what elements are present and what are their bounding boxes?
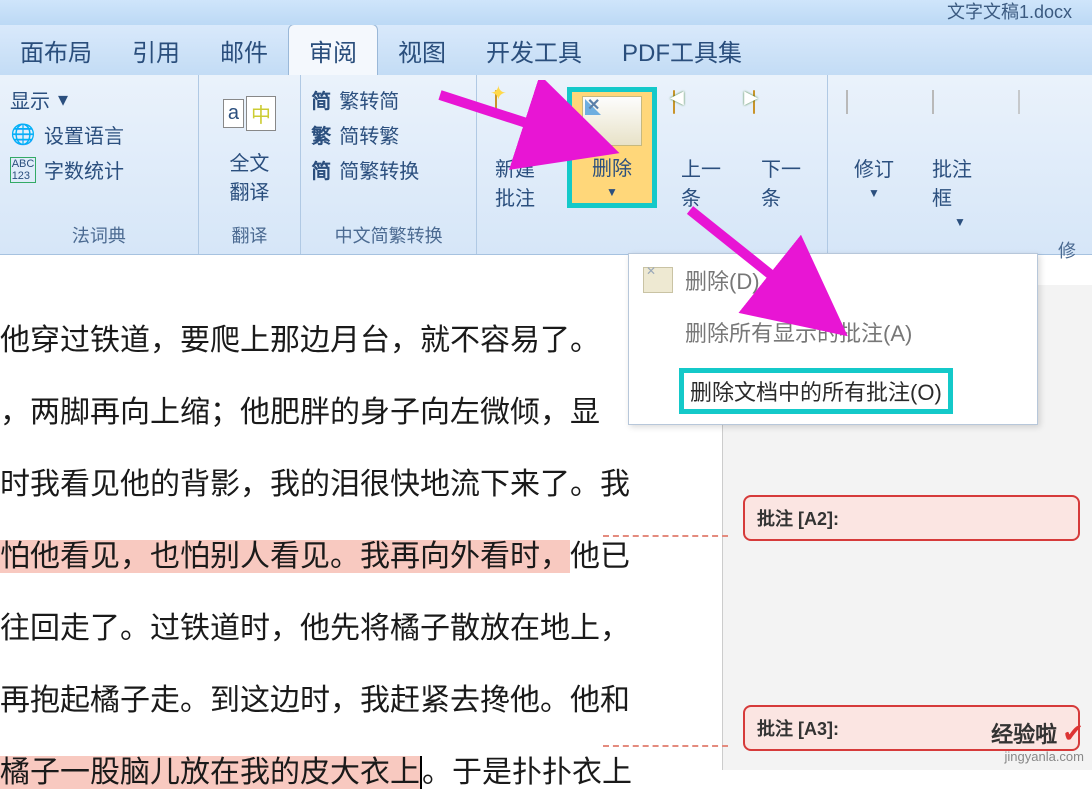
track-changes-button[interactable]: 修订 ▼ [838,87,910,233]
simp-trad-convert[interactable]: 简简繁转换 [311,155,419,184]
track-icon [846,91,902,147]
word-count[interactable]: ABC123 字数统计 [10,155,124,184]
dd-delete-shown[interactable]: 删除所有显示的批注(A) [629,306,1037,358]
delete-icon [582,96,642,146]
tab-mail[interactable]: 邮件 [200,25,288,76]
set-language[interactable]: 🌐 设置语言 [10,120,124,149]
delete-dropdown: 删除(D) 删除所有显示的批注(A) 删除文档中的所有批注(O) [628,253,1038,425]
next-icon [753,91,809,147]
group-translate: a 中 全文 翻译 翻译 [199,75,302,254]
chevron-down-icon: ▼ [868,186,880,200]
dd-delete[interactable]: 删除(D) [629,254,1037,306]
tab-devtools[interactable]: 开发工具 [466,25,602,76]
simp-to-trad[interactable]: 繁简转繁 [311,120,419,149]
more-track[interactable] [1010,87,1082,233]
tab-layout[interactable]: 面布局 [0,25,112,76]
balloon-icon [932,91,988,147]
group-label-convert: 中文简繁转换 [311,218,466,254]
check-icon: ✔ [1062,718,1084,748]
comment-connector [603,745,728,747]
tab-review[interactable]: 审阅 [288,24,378,76]
tab-pdf[interactable]: PDF工具集 [602,25,762,76]
group-label-translate: 翻译 [209,218,291,254]
globe-icon: 🌐 [10,122,36,148]
window-title: 文字文稿1.docx [947,0,1072,25]
tab-view[interactable]: 视图 [378,25,466,76]
ribbon: 显示▾ 🌐 设置语言 ABC123 字数统计 法词典 a 中 全文 翻译 [0,75,1092,255]
balloons-button[interactable]: 批注框 ▼ [924,87,996,233]
highlight-delete: 删除 ▼ [567,87,657,208]
dd-delete-all[interactable]: 删除文档中的所有批注(O) [679,368,953,414]
group-proofing: 显示▾ 🌐 设置语言 ABC123 字数统计 法词典 [0,75,199,254]
comment-a2[interactable]: 批注 [A2]: [743,495,1080,541]
group-tracking: 修订 ▼ 批注框 ▼ 修 [828,75,1092,254]
count-icon: ABC123 [10,157,36,183]
new-comment-icon [495,91,551,147]
group-label-proof: 法词典 [10,218,188,254]
titlebar: 文字文稿1.docx [0,0,1092,25]
trad-to-simp[interactable]: 简繁转简 [311,85,419,114]
new-comment-button[interactable]: 新建批注 [487,87,559,215]
show-markup[interactable]: 显示▾ [10,85,124,114]
delete-comment-button[interactable]: 删除 ▼ [574,94,650,201]
group-convert: 简繁转简 繁简转繁 简简繁转换 中文简繁转换 [301,75,477,254]
tab-references[interactable]: 引用 [112,25,200,76]
translate-button[interactable]: a 中 全文 翻译 [213,81,285,218]
group-comments: 新建批注 删除 ▼ 上一 条 下一 条 [477,75,828,254]
next-comment-button[interactable]: 下一 条 [745,87,817,215]
prev-icon [673,91,729,147]
ribbon-tabs: 面布局 引用 邮件 审阅 视图 开发工具 PDF工具集 [0,25,1092,75]
document-text[interactable]: 他穿过铁道，要爬上那边月台，就不容易了。 ，两脚再向上缩；他肥胖的身子向左微倾，… [0,285,722,770]
chevron-down-icon: ▼ [954,215,966,229]
prev-comment-button[interactable]: 上一 条 [665,87,737,215]
comment-connector [603,535,728,537]
chevron-down-icon: ▼ [606,185,618,199]
delete-icon [643,267,673,293]
dd-delete-all-wrap: 删除文档中的所有批注(O) [629,358,1037,424]
watermark: 经验啦 ✔ jingyanla.com [991,717,1084,764]
translate-icon: a 中 [221,85,277,141]
doc-icon [1018,91,1074,147]
